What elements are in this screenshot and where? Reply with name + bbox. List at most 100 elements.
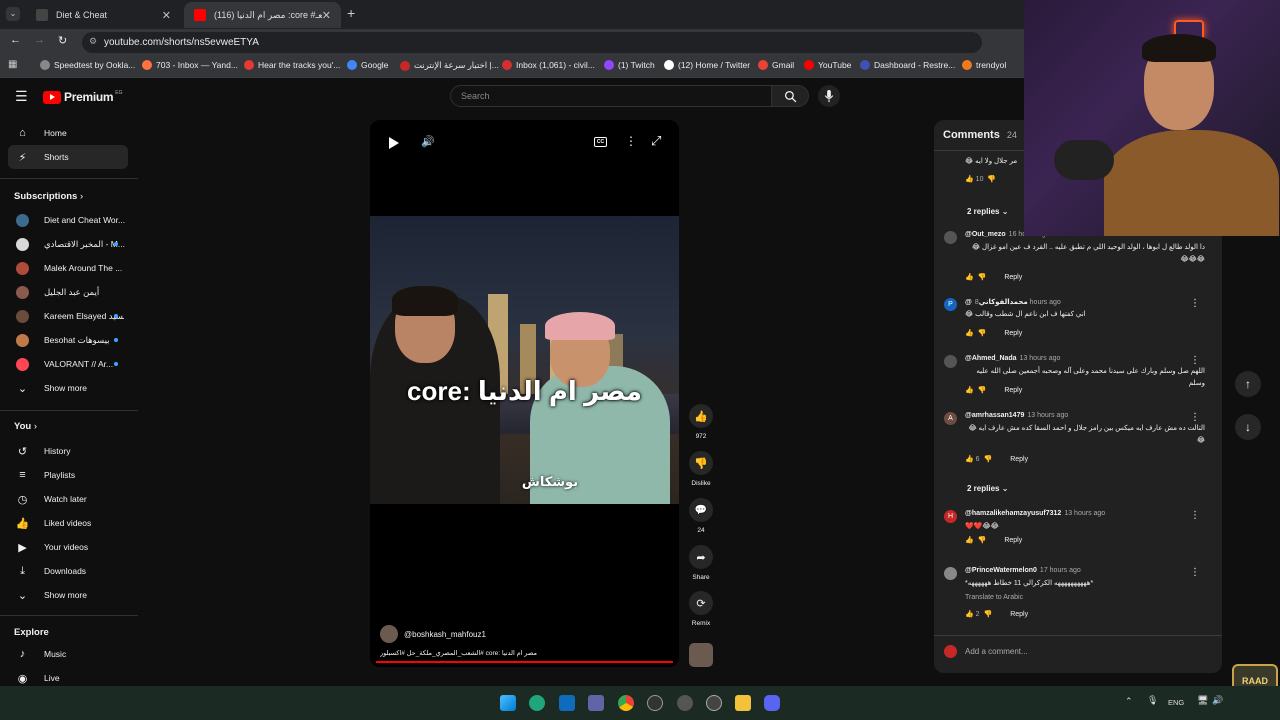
more-options-icon[interactable]: ⋮ (625, 134, 637, 148)
progress-bar[interactable] (376, 661, 673, 663)
edge-icon[interactable] (529, 695, 545, 711)
translate-link[interactable]: Translate to Arabic (965, 592, 1205, 604)
chrome-icon[interactable] (618, 695, 634, 711)
forward-icon[interactable]: → (34, 34, 45, 46)
thumbs-up-icon[interactable]: 👍 (965, 329, 974, 337)
fullscreen-icon[interactable]: ⤢ (651, 133, 661, 149)
bookmark[interactable]: اختبار سرعة الإنترنت |... (400, 60, 499, 71)
thumbs-down-icon[interactable]: 👎 (983, 610, 992, 618)
sidebar-item-liked-videos[interactable]: 👍 Liked videos (8, 511, 128, 535)
channel-row[interactable]: @boshkash_mahfouz1 (380, 625, 486, 643)
close-icon[interactable]: ✕ (322, 9, 331, 22)
sidebar-item-music[interactable]: ♪ Music (8, 642, 128, 666)
tray-chevron-up-icon[interactable]: ⌃ (1125, 696, 1133, 707)
sidebar-subscription[interactable]: المخبر الاقتصادي - M... (8, 232, 128, 256)
tab-diet-cheat[interactable]: Diet & Cheat ✕ (26, 2, 181, 28)
more-options-icon[interactable]: ⋮ (1190, 412, 1200, 423)
bookmark[interactable]: (1) Twitch (604, 60, 655, 70)
new-tab-button[interactable]: + (347, 5, 355, 21)
bookmark[interactable]: Hear the tracks you'... (244, 60, 340, 70)
thumbs-up-icon[interactable]: 👍 (965, 610, 974, 618)
shorts-player[interactable]: 🔊 CC ⋮ ⤢ مصر ام الدنيا :core بوشكاش @bos… (370, 120, 679, 667)
show-more-you[interactable]: ⌄ Show more (8, 583, 128, 607)
obs-icon[interactable] (647, 695, 663, 711)
thumbs-down-icon[interactable]: 👎 (978, 329, 987, 337)
comments-button[interactable]: 💬 24 (689, 498, 713, 534)
reload-icon[interactable]: ↻ (58, 34, 67, 47)
bookmark[interactable]: YouTube (804, 60, 851, 70)
windows-start-icon[interactable] (500, 695, 516, 711)
close-icon[interactable]: ✕ (162, 9, 171, 22)
thumbs-up-icon[interactable]: 👍 (965, 455, 974, 463)
add-comment-row[interactable]: Add a comment... (944, 645, 1028, 658)
more-options-icon[interactable]: ⋮ (1190, 298, 1200, 309)
network-icon[interactable]: 🖥 (1197, 695, 1208, 706)
sidebar-item-downloads[interactable]: ⤓ Downloads (8, 559, 128, 583)
subscriptions-heading[interactable]: Subscriptions › (14, 191, 83, 202)
more-options-icon[interactable]: ⋮ (1190, 510, 1200, 521)
thumbs-up-icon[interactable]: 👍 (965, 273, 974, 281)
reply-button[interactable]: Reply (1004, 330, 1022, 337)
sidebar-item-shorts[interactable]: ⚡ Shorts (8, 145, 128, 169)
thumbs-up-icon[interactable]: 👍 (965, 386, 974, 394)
sidebar-item-home[interactable]: ⌂ Home (8, 121, 128, 145)
thumbs-down-icon[interactable]: 👎 (978, 536, 987, 544)
outlook-icon[interactable] (559, 695, 575, 711)
language-indicator[interactable]: ENG (1168, 698, 1184, 707)
back-icon[interactable]: ← (10, 34, 21, 46)
sidebar-item-watch-later[interactable]: ◷ Watch later (8, 487, 128, 511)
apps-icon[interactable]: ▦ (8, 59, 17, 70)
channel-name[interactable]: @boshkash_mahfouz1 (404, 630, 486, 639)
play-icon[interactable] (389, 137, 399, 149)
thumbs-up-icon[interactable]: 👍 (965, 536, 974, 544)
like-button[interactable]: 👍 972 (689, 404, 713, 440)
sidebar-item-history[interactable]: ↺ History (8, 439, 128, 463)
dislike-button[interactable]: 👎 Dislike (689, 451, 713, 487)
replies-toggle[interactable]: 2 replies ⌄ (967, 484, 1008, 493)
sidebar-subscription[interactable]: Diet and Cheat Wor... (8, 208, 128, 232)
bookmark[interactable]: 703 - Inbox — Yand... (142, 60, 238, 70)
sidebar-subscription[interactable]: Besohat بيسوهات (8, 328, 128, 352)
tab-search-button[interactable]: ⌄ (6, 7, 20, 21)
file-explorer-icon[interactable] (735, 695, 751, 711)
bookmark[interactable]: Dashboard - Restre... (860, 60, 955, 70)
sidebar-subscription[interactable]: Malek Around The ... (8, 256, 128, 280)
replies-toggle[interactable]: 2 replies ⌄ (967, 207, 1008, 216)
search-button[interactable] (771, 85, 809, 107)
volume-icon[interactable]: 🔊 (421, 135, 435, 148)
sidebar-subscription[interactable]: أيمن عبد الجليل (8, 280, 128, 304)
sidebar-item-playlists[interactable]: ≡ Playlists (8, 463, 128, 487)
captions-icon[interactable]: CC (594, 137, 607, 147)
sidebar-subscription[interactable]: VALORANT // Ar... (8, 352, 128, 376)
sidebar-subscription[interactable]: Kareem Elsayed كريم السيد (8, 304, 128, 328)
site-info-icon[interactable]: ⚙ (89, 36, 97, 47)
remix-button[interactable]: ⟳ Remix (689, 591, 713, 627)
sound-thumbnail[interactable] (689, 643, 713, 667)
more-options-icon[interactable]: ⋮ (1190, 355, 1200, 366)
previous-short-button[interactable]: ↑ (1235, 371, 1261, 397)
address-bar[interactable]: ⚙ youtube.com/shorts/ns5evweETYA (82, 32, 982, 53)
volume-tray-icon[interactable]: 🔊 (1212, 695, 1223, 706)
more-options-icon[interactable]: ⋮ (1190, 567, 1200, 578)
thumbs-down-icon[interactable]: 👎 (987, 175, 996, 183)
bookmark[interactable]: Inbox (1,061) - civil... (502, 60, 595, 70)
discord-icon[interactable] (764, 695, 780, 711)
reply-button[interactable]: Reply (1010, 456, 1028, 463)
tray-microphone-icon[interactable]: 🎙 (1147, 695, 1158, 706)
thumbs-up-icon[interactable]: 👍 (965, 175, 974, 183)
next-short-button[interactable]: ↓ (1235, 414, 1261, 440)
add-comment-input[interactable]: Add a comment... (965, 647, 1028, 656)
reply-button[interactable]: Reply (1010, 611, 1028, 618)
thumbs-down-icon[interactable]: 👎 (983, 455, 992, 463)
you-heading[interactable]: You › (14, 421, 37, 432)
reply-button[interactable]: Reply (1004, 274, 1022, 281)
show-more-subscriptions[interactable]: ⌄ Show more (8, 376, 128, 400)
bookmark[interactable]: Google (347, 60, 388, 70)
bookmark[interactable]: Speedtest by Ookla... (40, 60, 135, 70)
tab-short-active[interactable]: (116) مصر ام الدنيا :core #الشعـ ✕ (184, 2, 341, 28)
voice-search-button[interactable] (818, 85, 840, 107)
bookmark[interactable]: (12) Home / Twitter (664, 60, 750, 70)
bookmark[interactable]: trendyol (962, 60, 1006, 70)
reply-button[interactable]: Reply (1004, 387, 1022, 394)
thumbs-down-icon[interactable]: 👎 (978, 386, 987, 394)
